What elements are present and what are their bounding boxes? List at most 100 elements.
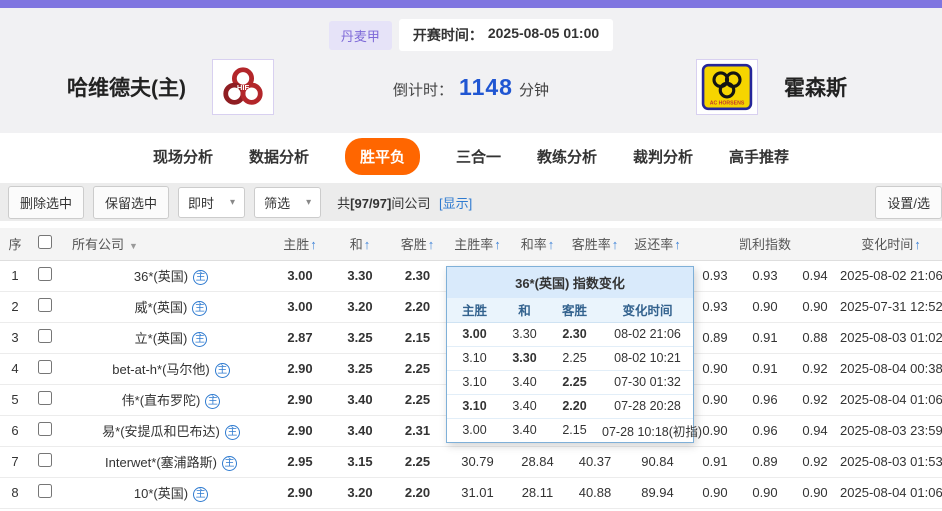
sort-asc-icon[interactable]: ↑: [674, 237, 681, 252]
row-index: 7: [0, 446, 30, 478]
show-link[interactable]: [显示]: [439, 196, 472, 211]
filter-select[interactable]: 筛选 ▾: [254, 186, 322, 218]
home-odds-cell[interactable]: 2.95: [270, 446, 330, 478]
col-select: [30, 228, 60, 261]
row-checkbox[interactable]: [38, 329, 52, 343]
home-odds-cell[interactable]: 2.90: [270, 353, 330, 385]
away-odds-cell[interactable]: 2.20: [390, 477, 445, 509]
time-filter-select[interactable]: 即时 ▾: [178, 186, 246, 218]
filter-value: 筛选: [264, 195, 291, 211]
row-index: 6: [0, 415, 30, 447]
sort-asc-icon[interactable]: ↑: [494, 237, 501, 252]
tab-expert-picks[interactable]: 高手推荐: [729, 138, 789, 175]
home-odds-cell[interactable]: 3.00: [270, 260, 330, 292]
home-badge-icon: 主: [193, 270, 209, 285]
return-rate-cell: 90.84: [625, 446, 690, 478]
draw-odds-cell[interactable]: 3.20: [330, 477, 390, 509]
select-all-checkbox[interactable]: [38, 235, 52, 250]
draw-odds-cell[interactable]: 3.25: [330, 322, 390, 354]
home-odds-cell[interactable]: 2.90: [270, 384, 330, 416]
draw-rate-cell: 28.11: [510, 477, 565, 509]
row-checkbox[interactable]: [38, 391, 52, 405]
tab-data-analysis[interactable]: 数据分析: [249, 138, 309, 175]
popup-row: 3.10 3.40 2.25 07-30 01:32: [447, 370, 693, 395]
col-company[interactable]: 所有公司 ▼: [60, 228, 270, 261]
row-checkbox[interactable]: [38, 360, 52, 374]
col-change-time[interactable]: 变化时间↑: [840, 228, 942, 261]
settings-button[interactable]: 设置/选: [875, 185, 942, 219]
company-cell: bet-at-h*(马尔他) 主: [60, 353, 270, 385]
sort-asc-icon[interactable]: ↑: [364, 237, 371, 252]
away-odds-cell[interactable]: 2.25: [390, 353, 445, 385]
company-cell: 伟*(直布罗陀) 主: [60, 384, 270, 416]
home-odds-cell[interactable]: 2.90: [270, 415, 330, 447]
kelly-index-2: 0.91: [740, 322, 790, 354]
kelly-index-1: 0.93: [690, 260, 740, 292]
tab-live-analysis[interactable]: 现场分析: [153, 138, 213, 175]
sort-asc-icon[interactable]: ↑: [612, 237, 619, 252]
col-home-odds[interactable]: 主胜↑: [270, 228, 330, 261]
change-time-cell: 07-28 10:18(初指): [602, 424, 703, 439]
away-odds-cell[interactable]: 2.30: [390, 260, 445, 292]
home-odds-cell[interactable]: 2.87: [270, 322, 330, 354]
company-name[interactable]: 威*(英国): [135, 300, 188, 315]
home-odds-cell[interactable]: 3.00: [270, 291, 330, 323]
countdown-label: 倒计时：: [393, 81, 454, 99]
draw-odds-cell[interactable]: 3.20: [330, 291, 390, 323]
col-away-odds[interactable]: 客胜↑: [390, 228, 445, 261]
sort-asc-icon[interactable]: ↑: [428, 237, 435, 252]
away-odds-cell[interactable]: 2.20: [390, 291, 445, 323]
odds-table-wrap: 序 所有公司 ▼ 主胜↑ 和↑ 客胜↑ 主胜率↑ 和率↑ 客胜率↑ 返还率↑ 凯利…: [0, 228, 942, 509]
away-odds-cell[interactable]: 2.31: [390, 415, 445, 447]
draw-odds-cell[interactable]: 3.30: [330, 260, 390, 292]
home-badge-icon: 主: [193, 487, 209, 502]
draw-odds-cell[interactable]: 3.40: [330, 384, 390, 416]
row-checkbox[interactable]: [38, 298, 52, 312]
draw-odds-cell[interactable]: 3.40: [330, 415, 390, 447]
home-odds-cell[interactable]: 2.90: [270, 477, 330, 509]
company-name[interactable]: 立*(英国): [135, 331, 188, 346]
row-checkbox[interactable]: [38, 484, 52, 498]
kelly-index-3: 0.92: [790, 353, 841, 385]
row-checkbox[interactable]: [38, 453, 52, 467]
row-checkbox[interactable]: [38, 267, 52, 281]
popup-row: 3.00 3.30 2.30 08-02 21:06: [447, 322, 693, 347]
league-badge[interactable]: 丹麦甲: [328, 20, 392, 50]
kelly-index-1: 0.90: [690, 384, 740, 416]
col-draw-rate[interactable]: 和率↑: [510, 228, 565, 261]
delete-selected-button[interactable]: 删除选中: [8, 185, 85, 219]
draw-odds-cell[interactable]: 3.15: [330, 446, 390, 478]
home-badge-icon: 主: [192, 301, 208, 316]
tab-three-in-one[interactable]: 三合一: [456, 138, 501, 175]
col-home-rate[interactable]: 主胜率↑: [445, 228, 510, 261]
tab-referee-analysis[interactable]: 裁判分析: [633, 138, 693, 175]
change-time-cell: 07-28 20:28: [602, 394, 693, 419]
toolbar: 删除选中 保留选中 即时 ▾ 筛选 ▾ 共[97/97]间公司 [显示] 设置/…: [0, 183, 942, 221]
away-odds-cell[interactable]: 2.25: [390, 384, 445, 416]
col-draw-rate-label: 和率: [520, 237, 547, 253]
draw-odds-cell: 3.30: [502, 322, 547, 347]
change-time-cell: 2025-08-04 01:06: [840, 384, 942, 416]
away-odds-cell[interactable]: 2.25: [390, 446, 445, 478]
draw-odds-cell[interactable]: 3.25: [330, 353, 390, 385]
tab-coach-analysis[interactable]: 教练分析: [537, 138, 597, 175]
away-odds-cell[interactable]: 2.15: [390, 322, 445, 354]
company-name[interactable]: 易*(安提瓜和巴布达): [102, 424, 220, 439]
row-checkbox[interactable]: [38, 422, 52, 436]
company-name[interactable]: bet-at-h*(马尔他): [112, 362, 210, 377]
col-return-rate[interactable]: 返还率↑: [625, 228, 690, 261]
sort-asc-icon[interactable]: ↑: [914, 237, 921, 252]
keep-selected-button[interactable]: 保留选中: [93, 185, 170, 219]
change-time-cell: 08-02 10:21: [602, 346, 693, 371]
nav-tabs: 现场分析 数据分析 胜平负 三合一 教练分析 裁判分析 高手推荐: [0, 133, 942, 179]
company-name[interactable]: 10*(英国): [134, 486, 188, 501]
column-dropdown-icon[interactable]: ▼: [129, 241, 138, 251]
tab-win-draw-loss[interactable]: 胜平负: [344, 137, 420, 175]
company-name[interactable]: Interwet*(塞浦路斯): [105, 455, 217, 470]
col-draw-odds[interactable]: 和↑: [330, 228, 390, 261]
sort-asc-icon[interactable]: ↑: [548, 237, 555, 252]
company-name[interactable]: 36*(英国): [134, 269, 188, 284]
sort-asc-icon[interactable]: ↑: [310, 237, 317, 252]
col-away-rate[interactable]: 客胜率↑: [565, 228, 625, 261]
company-name[interactable]: 伟*(直布罗陀): [122, 393, 201, 408]
